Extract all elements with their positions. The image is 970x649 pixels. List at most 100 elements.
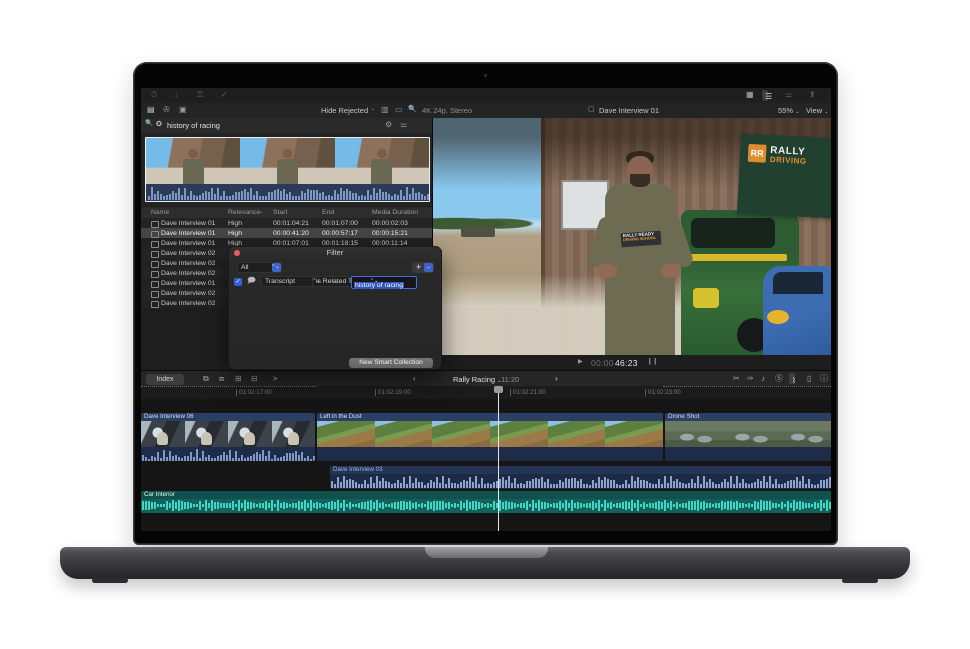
clip-icon [151,251,159,258]
share-icon[interactable]: ⬆ [809,91,816,99]
next-project-icon[interactable]: › [555,375,558,383]
playhead-handle[interactable] [494,386,503,393]
filter-window[interactable]: Filter All⌃⌄ + ⌄ ✓ 🗩 Transcript⌃⌄ is Rel… [228,246,442,370]
webcam-dot [484,74,487,77]
inspector-toggle-icon[interactable]: ⓘ [820,375,828,383]
clip-appearance-icon[interactable]: ⚌ [400,121,407,129]
timeline-clip-audio[interactable]: Car Interior [141,491,831,513]
zoom-level-dropdown[interactable]: 55% ⌄ [778,106,799,115]
video-thumbnail [335,138,429,184]
timecode-seconds: 46:23 [615,358,638,368]
browser-toggle-icon[interactable]: ▯ [807,375,811,383]
table-row-selected[interactable]: Dave Interview 01High 00:00:41:2000:00:5… [141,228,432,238]
solo-icon[interactable]: Ⓢ [775,375,783,383]
rule-condition-dropdown[interactable]: is Related To⌃⌄ [312,276,381,287]
new-smart-collection-button[interactable]: New Smart Collection [349,358,433,368]
skimming-icon[interactable]: ✑ [747,375,754,383]
column-name[interactable]: Name [151,209,169,216]
clip-label: Left in the Dust [317,413,663,421]
range-dots [663,386,831,387]
tool-selector-icon[interactable]: ➤ [272,375,279,383]
film-frame-icon: ▢ [588,106,595,113]
audio-skimming-icon[interactable]: ♪ [761,375,765,383]
hide-rejected-filter[interactable]: Hide Rejected [321,106,368,115]
rule-value-field[interactable]: history of racing [351,276,417,289]
add-rule-button[interactable]: + ⌄ [412,262,434,273]
sidebar-toggle-icon[interactable]: ▤ [147,106,155,114]
chevron-down-icon: ⌄ [371,107,375,112]
download-icon[interactable]: ↓ [174,91,178,99]
viewer-controls: ▶ 00:00 46:23 ❙❙ [433,355,831,370]
key-icon[interactable]: ⚿ [197,91,203,99]
clip-icon [151,291,159,298]
add-rule-chevron[interactable]: ⌄ [424,263,433,272]
timeline-clip-audio[interactable]: Dave Interview 03 [330,466,831,489]
gear-icon[interactable]: ⚙ [385,121,392,129]
search-bar[interactable]: 🔍 ✪ history of racing ⚙ ⚌ [141,118,432,134]
rally-banner: RRRALLYDRIVING [737,133,831,218]
keyword-editor-icon[interactable]: ✇ [163,106,170,114]
filmstrip-waveform [146,184,429,201]
video-frame[interactable]: RRRALLYDRIVING RALLY READY DRIVING SCHOO… [433,118,831,355]
banner-logo: RR [748,144,767,163]
overwrite-edit-icon[interactable]: ⊟ [251,375,258,383]
view-dropdown[interactable]: View ⌄ [806,106,828,115]
grid-view-icon[interactable]: ▦ [746,91,754,99]
timeline-clip-video[interactable]: Drone Shot [665,413,831,461]
project-name-dropdown[interactable]: Rally Racing ⌄ [453,375,501,384]
rule-type-dropdown[interactable]: Transcript⌃⌄ [261,276,323,287]
presenter-hand [661,264,681,278]
clip-appearance-icon[interactable]: ⚌ [785,91,792,99]
laptop-foot [842,578,878,583]
timeline-clip-video[interactable]: Dave Interview 06 [141,413,315,461]
banner-word2: DRIVING [770,156,807,167]
project-duration: 11:20 [501,375,519,384]
laptop-base [60,547,910,579]
play-button[interactable]: ▶ [578,359,583,365]
clip-label: Drone Shot [665,413,831,421]
column-start[interactable]: Start [273,209,287,216]
clip-icon [151,231,159,238]
table-row[interactable]: Dave Interview 01High 00:01:04:2100:01:0… [141,218,432,228]
column-relevance[interactable]: Relevance [228,209,260,216]
trim-icon[interactable]: ✂ [733,375,740,383]
scope-dropdown[interactable]: All⌃⌄ [237,262,282,273]
search-icon[interactable]: 🔍 [408,106,417,113]
previous-project-icon[interactable]: ‹ [413,375,416,383]
main-toolbar: ⏱ ↓ ⚿ ✓ ▦ ☰ ⚌ ⬆ [141,88,831,103]
selected-clip-filmstrip[interactable] [145,137,430,202]
secondary-toolbar: ▤ ✇ ▣ Hide Rejected ⌄ ▥ ▭ 🔍 4K 24p, Ster… [141,103,831,119]
timeline-ruler[interactable]: 01:02:17:00 01:02:19:00 01:02:21:00 01:0… [141,386,831,400]
insert-edit-icon[interactable]: ⧈ [219,375,224,383]
playhead-line[interactable] [498,386,499,531]
index-button[interactable]: Index [146,374,184,385]
list-view-icon[interactable]: ☰ [765,93,772,101]
timeline-clip-video[interactable]: Left in the Dust [317,413,663,461]
snapping-icon[interactable]: ⌇ [792,377,796,385]
column-duration[interactable]: Media Duration [372,209,418,216]
column-end[interactable]: End [322,209,334,216]
clip-waveform [141,447,315,461]
append-edit-icon[interactable]: ⊞ [235,375,242,383]
duration-slider-icon[interactable]: ▭ [395,106,403,114]
clip-icon [151,241,159,248]
clip-label: Dave Interview 06 [141,413,315,421]
laptop-foot [92,578,128,583]
background-tasks-icon[interactable]: ▣ [179,106,187,114]
rule-checkbox[interactable]: ✓ [234,278,242,286]
filter-menu-icon[interactable]: ▥ [381,106,389,114]
ruler-label: 01:02:21:00 [510,389,546,396]
audio-meters-icon[interactable]: ❙❙ [647,359,658,366]
check-circle-icon[interactable]: ✓ [221,91,228,99]
blue-rally-car [763,266,831,355]
clip-waveform [330,474,831,488]
media-import-icon[interactable]: ⏱ [151,91,157,99]
sort-chevron-icon: ⌄ [259,209,263,215]
search-input[interactable]: history of racing [167,121,220,130]
clip-waveform [141,499,831,512]
timeline-toolbar: Index ⧉ ⧈ ⊞ ⊟ ➤ ‹ Rally Racing ⌄ 11:20 ›… [141,370,831,387]
clip-icon [151,261,159,268]
viewer-panel: RRRALLYDRIVING RALLY READY DRIVING SCHOO… [433,118,831,370]
timecode-hours: 00:00 [591,358,614,368]
connect-edit-icon[interactable]: ⧉ [203,375,209,383]
